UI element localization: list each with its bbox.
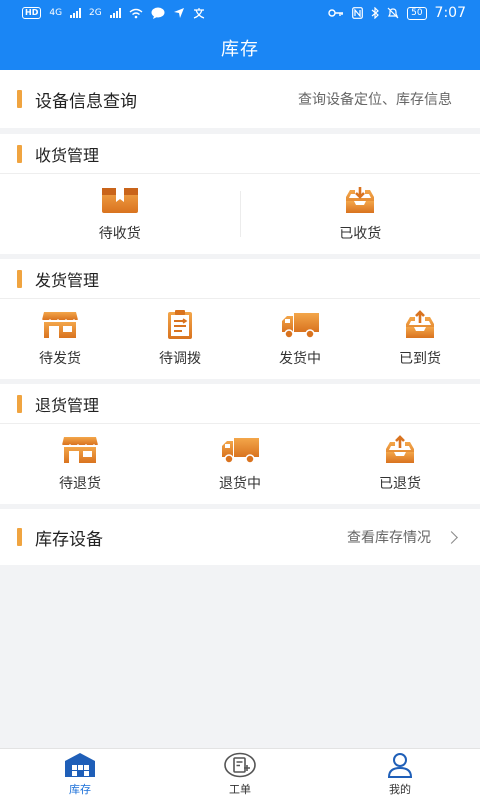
received-label: 已收货 xyxy=(339,226,382,242)
clock: 7:07 xyxy=(434,5,466,21)
returns-section: 退货管理 待退货 退货中 已退货 xyxy=(0,384,480,504)
returning-label: 退货中 xyxy=(219,476,261,492)
receive-header: 收货管理 xyxy=(0,134,480,174)
page-title: 库存 xyxy=(221,39,259,60)
hd-badge: HD xyxy=(22,7,42,19)
pending-return-button[interactable]: 待退货 xyxy=(0,435,160,493)
tab-mine[interactable]: 我的 xyxy=(320,749,480,800)
tab-work-order-label: 工单 xyxy=(229,783,251,796)
stock-devices-title: 库存设备 xyxy=(35,529,103,550)
tab-work-order[interactable]: 工单 xyxy=(160,749,320,800)
shipping-label: 发货中 xyxy=(279,351,321,367)
stock-devices-link[interactable]: 查看库存情况 xyxy=(347,527,480,547)
inbox-download-icon xyxy=(346,187,375,213)
pending-transfer-label: 待调拨 xyxy=(159,351,201,367)
work-order-icon xyxy=(224,752,256,778)
signal-icon xyxy=(70,8,82,18)
pending-receive-label: 待收货 xyxy=(98,226,141,242)
returning-button[interactable]: 退货中 xyxy=(160,435,320,493)
ship-section: 发货管理 待发货 待调拨 发货中 已到货 xyxy=(0,259,480,379)
chevron-right-icon xyxy=(445,530,458,544)
receive-section: 收货管理 待收货 已收货 xyxy=(0,134,480,254)
location-icon xyxy=(173,8,184,18)
device-query-hint-text: 查询设备定位、库存信息 xyxy=(298,92,452,108)
ship-grid: 待发货 待调拨 发货中 已到货 xyxy=(0,299,480,379)
device-query-row[interactable]: 设备信息查询 查询设备定位、库存信息 xyxy=(0,70,480,128)
inbox-upload-icon xyxy=(406,310,434,338)
bell-off-icon xyxy=(387,7,399,19)
ship-header: 发货管理 xyxy=(0,259,480,299)
pending-transfer-button[interactable]: 待调拨 xyxy=(120,310,240,368)
truck-icon xyxy=(222,438,259,464)
arrived-label: 已到货 xyxy=(399,351,441,367)
returns-title: 退货管理 xyxy=(35,395,100,415)
section-accent xyxy=(17,269,22,288)
battery-icon: 50 xyxy=(407,6,427,20)
tab-inventory[interactable]: 库存 xyxy=(0,749,160,800)
arrived-button[interactable]: 已到货 xyxy=(360,310,480,368)
stock-devices-link-text: 查看库存情况 xyxy=(347,530,431,546)
shop-icon xyxy=(41,312,79,338)
key-icon xyxy=(328,9,344,17)
stock-devices-row[interactable]: 库存设备 查看库存情况 xyxy=(0,509,480,565)
returns-header: 退货管理 xyxy=(0,384,480,424)
message-icon xyxy=(151,7,165,19)
status-bar: HD 4G 2G 50 7:07 xyxy=(0,0,480,26)
pending-receive-button[interactable]: 待收货 xyxy=(0,185,240,243)
nav-bar: 库存 xyxy=(0,26,480,70)
section-accent xyxy=(17,144,22,163)
box-icon xyxy=(101,188,138,213)
tab-mine-label: 我的 xyxy=(389,783,411,796)
pending-ship-label: 待发货 xyxy=(39,351,81,367)
received-button[interactable]: 已收货 xyxy=(241,185,480,243)
returned-label: 已退货 xyxy=(379,476,421,492)
inbox-upload-icon xyxy=(386,435,414,463)
device-query-hint: 查询设备定位、库存信息 xyxy=(298,89,452,109)
returns-grid: 待退货 退货中 已退货 xyxy=(0,424,480,504)
returned-button[interactable]: 已退货 xyxy=(320,435,480,493)
receive-grid: 待收货 已收货 xyxy=(0,174,480,254)
truck-icon xyxy=(282,313,319,339)
tab-inventory-label: 库存 xyxy=(69,783,91,796)
receive-title: 收货管理 xyxy=(35,145,100,165)
section-accent xyxy=(17,528,22,546)
translate-icon xyxy=(193,8,204,19)
nfc-icon xyxy=(352,7,363,19)
tab-bar: 库存 工单 我的 xyxy=(0,748,480,800)
pending-ship-button[interactable]: 待发货 xyxy=(0,310,120,368)
wifi-icon xyxy=(129,8,143,18)
bluetooth-icon xyxy=(371,7,379,19)
shipping-button[interactable]: 发货中 xyxy=(240,310,360,368)
signal-2-icon xyxy=(109,8,121,18)
ship-title: 发货管理 xyxy=(35,270,100,290)
section-accent xyxy=(17,90,22,108)
warehouse-icon xyxy=(65,753,95,777)
clipboard-icon xyxy=(168,310,192,339)
user-icon xyxy=(387,753,413,778)
network-4g-label: 4G xyxy=(49,8,63,18)
network-2g-label: 2G xyxy=(89,8,102,18)
pending-return-label: 待退货 xyxy=(59,476,101,492)
device-query-title: 设备信息查询 xyxy=(35,91,137,112)
shop-icon xyxy=(61,437,99,463)
section-accent xyxy=(17,394,22,413)
